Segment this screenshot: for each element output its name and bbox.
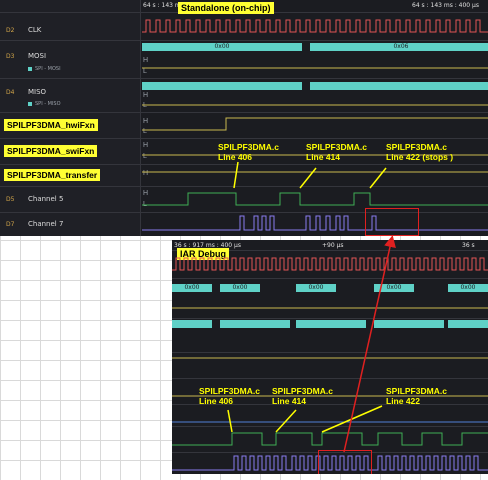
annotation-414: SPILPF3DMA.c Line 414 bbox=[272, 386, 333, 406]
annotation-file: SPILPF3DMA.c bbox=[199, 386, 260, 396]
hwifxn-trace bbox=[142, 117, 488, 131]
annotation-line: Line 422 bbox=[386, 396, 421, 406]
annotation-file: SPILPF3DMA.c bbox=[218, 142, 279, 152]
annotation-422: SPILPF3DMA.c Line 422 (stops ) bbox=[386, 142, 453, 162]
ch7-trace bbox=[142, 215, 488, 231]
annotation-arrow bbox=[233, 161, 239, 189]
annotation-406: SPILPF3DMA.c Line 406 bbox=[218, 142, 279, 162]
annotation-422: SPILPF3DMA.c Line 422 bbox=[386, 386, 447, 406]
annotation-line: Line 422 (stops ) bbox=[386, 152, 454, 162]
annotation-arrow bbox=[299, 167, 317, 189]
stop-highlight-box bbox=[365, 208, 419, 236]
annotation-file: SPILPF3DMA.c bbox=[386, 386, 447, 396]
annotation-line: Line 406 bbox=[218, 152, 253, 162]
annotation-line: Line 414 bbox=[306, 152, 341, 162]
annotation-line: Line 406 bbox=[199, 396, 234, 406]
bottom-waveforms bbox=[172, 257, 488, 471]
annotation-arrow bbox=[321, 405, 383, 433]
standalone-capture-panel: 64 s : 143 ms : 355 64 s : 143 ms : 400 … bbox=[0, 0, 488, 236]
clk-trace bbox=[172, 257, 488, 271]
annotation-file: SPILPF3DMA.c bbox=[306, 142, 367, 152]
annotation-arrow bbox=[227, 409, 233, 433]
annotation-414: SPILPF3DMA.c Line 414 bbox=[306, 142, 367, 162]
annotation-arrow bbox=[275, 409, 297, 433]
annotation-file: SPILPF3DMA.c bbox=[272, 386, 333, 396]
top-waveforms bbox=[142, 19, 488, 231]
annotation-file: SPILPF3DMA.c bbox=[386, 142, 447, 152]
iar-debug-capture-panel: 36 s : 917 ms : 400 µs +90 µs 36 s IAR D… bbox=[172, 240, 488, 474]
ch5-trace bbox=[172, 432, 488, 446]
annotation-arrow bbox=[369, 167, 387, 189]
clk-trace bbox=[142, 19, 488, 33]
compare-highlight-box bbox=[318, 450, 372, 474]
annotation-line: Line 414 bbox=[272, 396, 307, 406]
annotation-406: SPILPF3DMA.c Line 406 bbox=[199, 386, 260, 406]
ch5-trace bbox=[142, 192, 488, 206]
